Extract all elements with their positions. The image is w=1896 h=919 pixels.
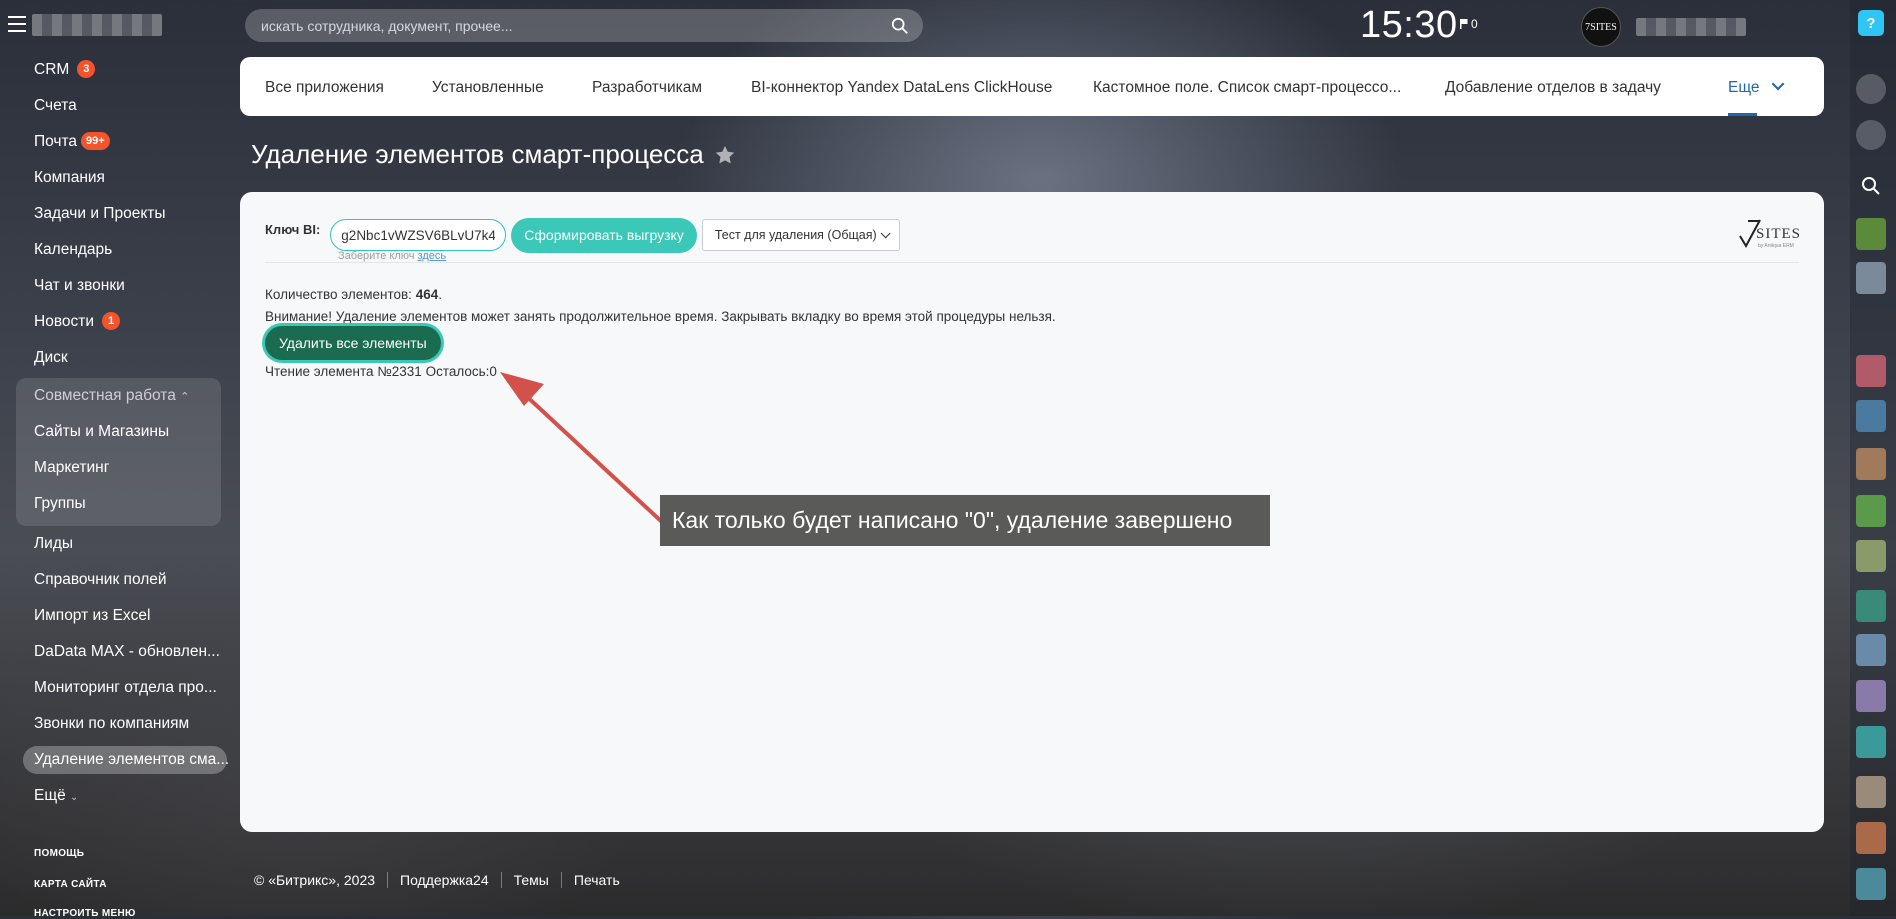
bi-key-label: Ключ BI: bbox=[265, 222, 321, 237]
contact-avatar[interactable] bbox=[1856, 262, 1886, 294]
sidebar-item-dadata[interactable]: DaData MAX - обновлен... bbox=[0, 634, 232, 670]
contact-avatar[interactable] bbox=[1856, 355, 1886, 387]
contact-avatar[interactable] bbox=[1856, 540, 1886, 572]
sidebar-item-sites[interactable]: Сайты и Магазины bbox=[16, 414, 221, 450]
contact-avatar[interactable] bbox=[1856, 776, 1886, 808]
left-sidebar: CRM 3 Счета Почта 99+ Компания Задачи и Пр… bbox=[0, 52, 232, 814]
counter-badge: 3 bbox=[77, 60, 96, 78]
chevron-down-icon: ⌄ bbox=[70, 792, 79, 803]
sidebar-item-delete-elements[interactable]: Удаление элементов сма... bbox=[23, 746, 229, 774]
contact-avatar[interactable] bbox=[1856, 400, 1886, 432]
sidebar-group-collab: Совместная работа ⌃ Сайты и Магазины Мар… bbox=[16, 378, 221, 526]
flag-count: 0 bbox=[1471, 17, 1478, 31]
sidebar-item-fields[interactable]: Справочник полей bbox=[0, 562, 232, 598]
page-title: Удаление элементов смарт-процесса bbox=[251, 139, 736, 170]
tab-installed[interactable]: Установленные bbox=[432, 57, 544, 116]
7sites-logo: SITES by Antiqua ERM bbox=[1738, 218, 1800, 250]
contact-avatar[interactable] bbox=[1856, 495, 1886, 527]
sidebar-item-more[interactable]: Ещё ⌄ bbox=[0, 778, 232, 814]
bi-key-input[interactable] bbox=[330, 219, 507, 251]
annotation-callout: Как только будет написано "0", удаление … bbox=[660, 495, 1270, 546]
divider bbox=[265, 262, 1799, 263]
search-input[interactable] bbox=[245, 16, 891, 35]
warning-text: Внимание! Удаление элементов может занят… bbox=[265, 309, 1056, 324]
contact-avatar[interactable] bbox=[1856, 822, 1886, 854]
page-footer: © «Битрикс», 2023 Поддержка24 Темы Печат… bbox=[254, 872, 620, 888]
flag-counter[interactable]: 0 bbox=[1460, 17, 1478, 31]
sidebar-item-monitoring[interactable]: Мониторинг отдела про... bbox=[0, 670, 232, 706]
sidebar-item-news[interactable]: Новости 1 bbox=[0, 304, 232, 340]
chevron-down-icon bbox=[880, 227, 891, 238]
footer-support-link[interactable]: Поддержка24 bbox=[400, 872, 489, 888]
tab-add-departments[interactable]: Добавление отделов в задачу bbox=[1445, 57, 1661, 116]
sidebar-item-chat[interactable]: Чат и звонки bbox=[0, 268, 232, 304]
help-icon[interactable]: ? bbox=[1858, 10, 1884, 36]
sidebar-item-calendar[interactable]: Календарь bbox=[0, 232, 232, 268]
get-key-link[interactable]: здесь bbox=[418, 250, 447, 262]
sidebar-sitemap-link[interactable]: КАРТА САЙТА bbox=[34, 879, 107, 890]
generate-export-button[interactable]: Сформировать выгрузку bbox=[511, 217, 697, 253]
bi-key-hint: Заберите ключ здесь bbox=[338, 250, 447, 262]
progress-text: Чтение элемента №2331 Осталось:0 bbox=[265, 364, 497, 379]
chevron-down-icon bbox=[1771, 77, 1785, 91]
contact-avatar[interactable] bbox=[1856, 680, 1886, 712]
sidebar-item-tasks[interactable]: Задачи и Проекты bbox=[0, 196, 232, 232]
clock: 15:30 bbox=[1360, 4, 1458, 46]
chevron-up-icon: ⌃ bbox=[180, 391, 190, 403]
tab-developers[interactable]: Разработчикам bbox=[592, 57, 702, 116]
tab-more[interactable]: Еще bbox=[1728, 57, 1785, 116]
contact-avatar[interactable] bbox=[1856, 868, 1886, 900]
contact-avatar[interactable] bbox=[1856, 218, 1886, 250]
copyright: © «Битрикс», 2023 bbox=[254, 872, 376, 888]
footer-themes-link[interactable]: Темы bbox=[514, 872, 549, 888]
flag-icon bbox=[1460, 19, 1468, 29]
contact-avatar[interactable] bbox=[1856, 590, 1886, 622]
element-count-value: 464 bbox=[415, 287, 439, 302]
star-icon[interactable] bbox=[714, 144, 736, 166]
chat-icon[interactable] bbox=[1856, 120, 1886, 150]
bi-form-row: Ключ BI: Сформировать выгрузку Тест для … bbox=[265, 217, 900, 253]
contact-avatar[interactable] bbox=[1856, 448, 1886, 480]
sidebar-item-invoices[interactable]: Счета bbox=[0, 88, 232, 124]
notifications-icon[interactable] bbox=[1856, 74, 1886, 104]
delete-all-button[interactable]: Удалить все элементы bbox=[265, 326, 441, 360]
sidebar-item-marketing[interactable]: Маркетинг bbox=[16, 450, 221, 486]
tab-bi-connector[interactable]: BI-коннектор Yandex DataLens ClickHouse bbox=[751, 57, 1052, 116]
sidebar-item-excel-import[interactable]: Импорт из Excel bbox=[0, 598, 232, 634]
portal-name-blurred bbox=[32, 14, 162, 36]
counter-badge: 1 bbox=[102, 312, 121, 330]
sidebar-item-leads[interactable]: Лиды bbox=[0, 526, 232, 562]
sidebar-item-groups[interactable]: Группы bbox=[16, 486, 221, 522]
search-box[interactable] bbox=[245, 9, 923, 42]
menu-icon[interactable] bbox=[8, 16, 26, 32]
sidebar-item-calls[interactable]: Звонки по компаниям bbox=[0, 706, 232, 742]
sidebar-group-title[interactable]: Совместная работа ⌃ bbox=[16, 378, 221, 414]
smart-process-select[interactable]: Тест для удаления (Общая) bbox=[701, 219, 900, 251]
sidebar-item-crm[interactable]: CRM 3 bbox=[0, 52, 232, 88]
counter-badge: 99+ bbox=[81, 132, 110, 150]
sidebar-configure-menu-link[interactable]: НАСТРОИТЬ МЕНЮ bbox=[34, 908, 136, 919]
search-icon[interactable] bbox=[1861, 176, 1881, 196]
sidebar-item-disk[interactable]: Диск bbox=[0, 340, 232, 376]
user-name-blurred[interactable] bbox=[1636, 18, 1746, 36]
sidebar-item-mail[interactable]: Почта 99+ bbox=[0, 124, 232, 160]
app-tabs-panel: Все приложения Установленные Разработчик… bbox=[240, 57, 1824, 116]
sidebar-help-link[interactable]: ПОМОЩЬ bbox=[34, 848, 84, 859]
tab-custom-field[interactable]: Кастомное поле. Список смарт-процессо... bbox=[1093, 57, 1401, 116]
top-bar: 15:30 0 7SITES bbox=[0, 0, 1850, 50]
contact-avatar[interactable] bbox=[1856, 726, 1886, 758]
sidebar-item-company[interactable]: Компания bbox=[0, 160, 232, 196]
element-count: Количество элементов: 464. bbox=[265, 287, 442, 302]
tab-all-apps[interactable]: Все приложения bbox=[265, 57, 384, 116]
search-icon[interactable] bbox=[891, 17, 909, 35]
footer-print-link[interactable]: Печать bbox=[574, 872, 620, 888]
user-avatar[interactable]: 7SITES bbox=[1581, 7, 1621, 47]
contact-avatar[interactable] bbox=[1856, 634, 1886, 666]
